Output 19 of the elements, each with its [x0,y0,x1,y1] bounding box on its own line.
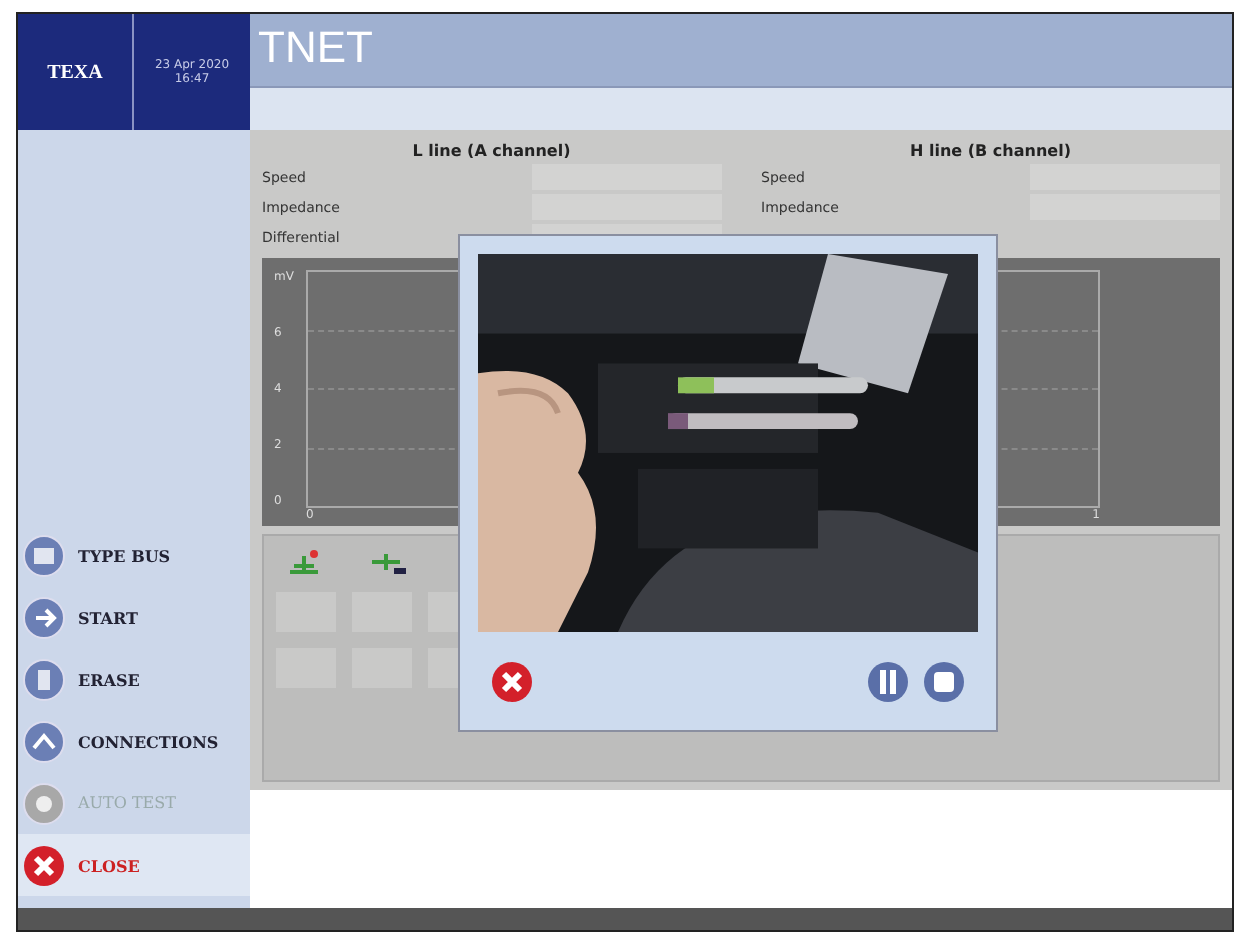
close-icon [22,843,66,887]
round-icon [22,781,66,825]
logo: TEXA [47,61,103,83]
channel-title: L line (A channel) [410,142,573,160]
stop-button[interactable] [922,659,966,703]
channel-title: H line (B channel) [908,142,1073,160]
round-icon [22,595,66,639]
close-button[interactable] [490,659,534,703]
sidebar-button[interactable]: ERASE [18,648,250,710]
round-icon [22,719,66,763]
close-button[interactable]: CLOSE [18,834,250,896]
pause-button[interactable] [866,659,910,703]
round-icon [22,533,66,577]
sidebar-button[interactable]: START [18,586,250,648]
window-title: TNET [256,20,373,74]
sidebar-button[interactable]: TYPE BUS [18,524,250,586]
round-icon [22,657,66,701]
sidebar-button[interactable]: CONNECTIONS [18,710,250,772]
probe-icon[interactable] [368,548,408,580]
